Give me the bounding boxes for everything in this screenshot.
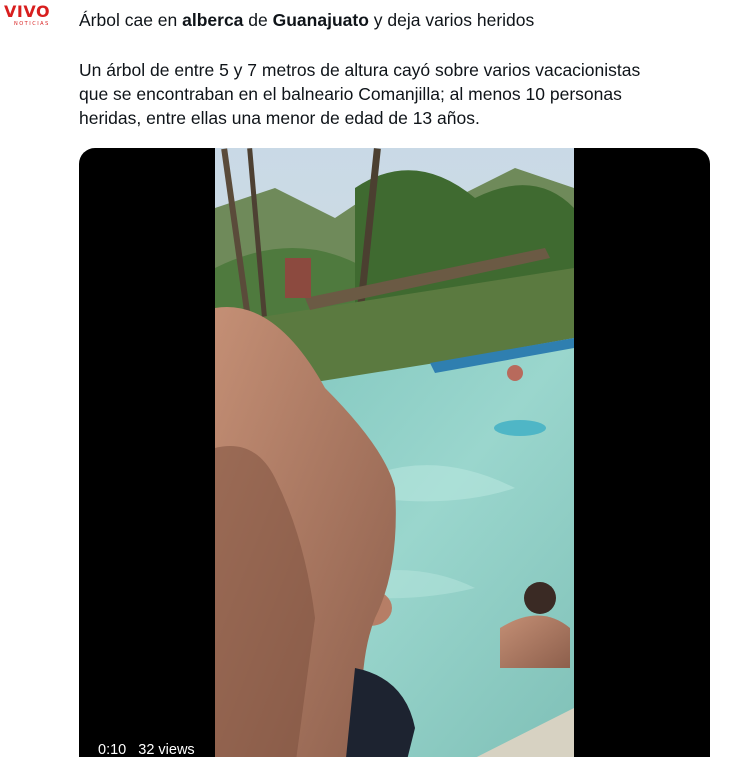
tweet-body-line-3: heridas, entre ellas una menor de edad d…	[79, 108, 480, 128]
video-timestamp: 0:10	[98, 742, 127, 757]
video-meta: 0:10 32 views	[98, 742, 203, 757]
tweet-body-line-1: Un árbol de entre 5 y 7 metros de altura…	[79, 60, 641, 80]
tweet-body-line-2: que se encontraban en el balneario Coman…	[79, 84, 622, 104]
headline-part-1: Árbol cae en	[79, 10, 183, 30]
headline-part-2: de	[243, 10, 273, 30]
video-view-count: 32 views	[138, 742, 195, 757]
avatar-logo-text: VIVO	[4, 2, 51, 21]
video-frame[interactable]	[215, 148, 574, 757]
avatar[interactable]: VIVO NOTICIAS	[4, 4, 60, 28]
video-player[interactable]: 0:10 32 views	[79, 148, 710, 757]
tweet-headline: Árbol cae en alberca de Guanajuato y dej…	[79, 8, 719, 32]
headline-bold-alberca: alberca	[182, 10, 244, 30]
headline-bold-guanajuato: Guanajuato	[272, 10, 369, 30]
tweet: VIVO NOTICIAS Árbol cae en alberca de Gu…	[0, 0, 743, 757]
video-still-image	[215, 148, 574, 757]
headline-part-3: y deja varios heridos	[368, 10, 535, 30]
avatar-logo-subtext: NOTICIAS	[14, 21, 50, 27]
tweet-text: Árbol cae en alberca de Guanajuato y dej…	[79, 8, 719, 130]
